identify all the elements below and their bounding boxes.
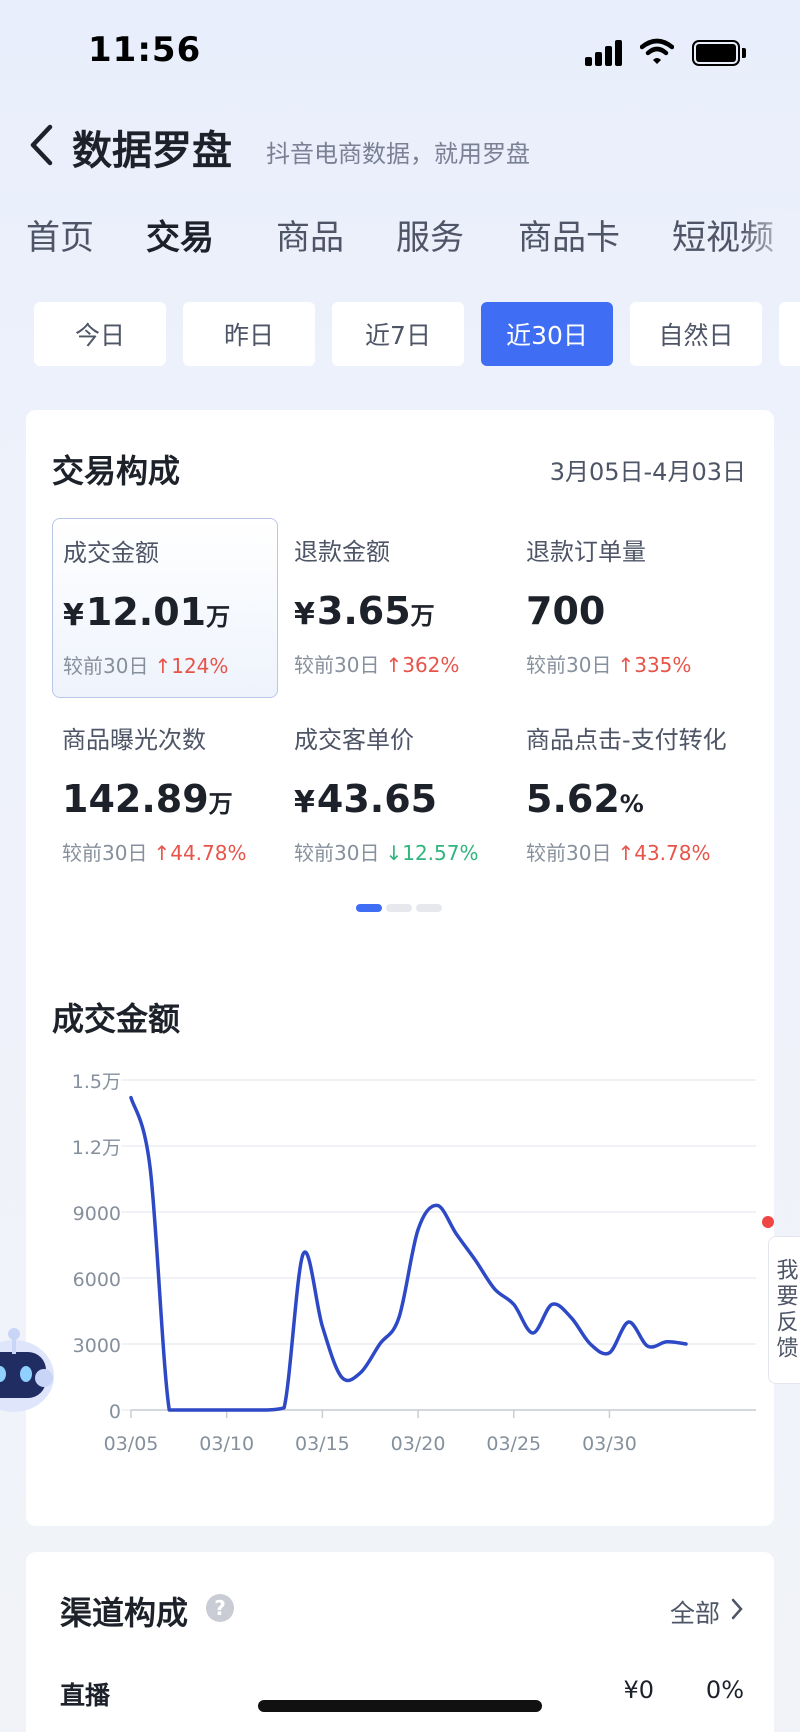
x-tick-label: 03/10: [199, 1433, 254, 1455]
metric-impressions[interactable]: 商品曝光次数 142.89万 较前30日 ↑44.78%: [52, 706, 278, 886]
pager-dot-active: [356, 904, 382, 912]
date-tab-7days[interactable]: 近7日: [332, 302, 464, 366]
metric-label: 商品点击-支付转化: [526, 726, 727, 754]
metric-value: 5.62%: [526, 777, 644, 821]
channel-row-percent: 0%: [705, 1676, 744, 1704]
metric-avg-order-value[interactable]: 成交客单价 ¥43.65 较前30日 ↓12.57%: [284, 706, 510, 886]
feedback-label: 我要反馈: [772, 1258, 798, 1362]
chevron-right-icon[interactable]: [730, 1596, 744, 1622]
x-tick-label: 03/15: [295, 1433, 350, 1455]
metric-compare: 较前30日 ↑362%: [294, 653, 460, 677]
metric-label: 成交客单价: [294, 726, 414, 754]
arrow-up-icon: ↑: [153, 841, 171, 865]
metric-value: ¥3.65万: [294, 589, 435, 633]
date-tab-natural-day[interactable]: 自然日: [630, 302, 762, 366]
metric-value: ¥12.01万: [63, 590, 231, 634]
date-tab-more[interactable]: [779, 302, 800, 366]
metric-compare: 较前30日 ↑43.78%: [526, 841, 711, 865]
question-icon[interactable]: ?: [206, 1594, 234, 1622]
y-tick-label: 9000: [73, 1203, 121, 1225]
composition-date-range: 3月05日-4月03日: [549, 458, 746, 486]
channel-title: 渠道构成: [60, 1594, 189, 1632]
arrow-up-icon: ↑: [385, 653, 403, 677]
metric-compare: 较前30日 ↓12.57%: [294, 841, 479, 865]
x-tick-label: 03/20: [391, 1433, 446, 1455]
metric-value: 700: [526, 589, 606, 633]
tab-trade[interactable]: 交易: [146, 210, 214, 259]
x-tick-label: 03/25: [486, 1433, 541, 1455]
tab-service[interactable]: 服务: [396, 210, 464, 259]
channel-filter[interactable]: 全部: [670, 1594, 720, 1630]
back-arrow-icon[interactable]: [26, 122, 56, 168]
gmv-line-chart[interactable]: 0 3000 6000 9000 1.2万 1.5万 03/05 03/10 03/15 03/2…: [26, 1050, 774, 1470]
metric-refund-orders[interactable]: 退款订单量 700 较前30日 ↑335%: [516, 518, 742, 698]
trade-composition-card: 交易构成 3月05日-4月03日 成交金额 ¥12.01万 较前30日 ↑124%…: [26, 410, 774, 1526]
main-tab-bar: 首页 交易 商品 服务 商品卡 短视频: [0, 210, 800, 266]
date-tab-yesterday[interactable]: 昨日: [183, 302, 315, 366]
metrics-pager[interactable]: [356, 904, 466, 914]
metric-gmv[interactable]: 成交金额 ¥12.01万 较前30日 ↑124%: [52, 518, 278, 698]
metric-label: 退款金额: [294, 538, 390, 566]
feedback-button[interactable]: 我要反馈: [768, 1236, 800, 1384]
app-header: 数据罗盘 抖音电商数据，就用罗盘: [0, 110, 800, 180]
app-subtitle: 抖音电商数据，就用罗盘: [266, 140, 530, 168]
app-title: 数据罗盘: [72, 128, 232, 174]
cellular-signal-icon: [585, 40, 625, 66]
channel-row-amount: ¥0: [623, 1676, 654, 1704]
arrow-down-icon: ↓: [385, 841, 403, 865]
y-tick-label: 3000: [73, 1335, 121, 1357]
y-tick-label: 6000: [73, 1269, 121, 1291]
arrow-up-icon: ↑: [154, 654, 172, 678]
tab-products[interactable]: 商品: [276, 210, 344, 259]
metric-compare: 较前30日 ↑124%: [63, 654, 229, 678]
x-tick-label: 03/30: [582, 1433, 637, 1455]
status-bar: 11:56: [0, 0, 800, 100]
composition-title: 交易构成: [52, 452, 181, 490]
chart-title: 成交金额: [52, 1000, 181, 1038]
arrow-up-icon: ↑: [617, 841, 635, 865]
y-tick-label: 1.5万: [72, 1071, 121, 1093]
metric-label: 成交金额: [63, 539, 159, 567]
tabs-fade-overlay: [740, 210, 800, 266]
metric-compare: 较前30日 ↑335%: [526, 653, 692, 677]
channel-row-label: 直播: [60, 1681, 111, 1710]
notification-dot: [762, 1216, 774, 1228]
date-tab-today[interactable]: 今日: [34, 302, 166, 366]
metric-value: 142.89万: [62, 777, 233, 821]
metric-label: 退款订单量: [526, 538, 646, 566]
date-range-tabs: 今日 昨日 近7日 近30日 自然日: [0, 302, 800, 366]
wifi-icon: [640, 38, 674, 64]
tab-home[interactable]: 首页: [26, 210, 94, 259]
metric-value: ¥43.65: [294, 777, 438, 821]
series-line: [129, 1095, 688, 1412]
metric-label: 商品曝光次数: [62, 726, 206, 754]
home-indicator: [258, 1700, 542, 1712]
pager-dot: [416, 904, 442, 912]
tab-product-card[interactable]: 商品卡: [518, 210, 620, 259]
pager-dot: [386, 904, 412, 912]
status-time: 11:56: [88, 30, 202, 70]
arrow-up-icon: ↑: [617, 653, 635, 677]
robot-assistant-icon[interactable]: [0, 1316, 66, 1436]
metric-click-pay-conversion[interactable]: 商品点击-支付转化 5.62% 较前30日 ↑43.78%: [516, 706, 766, 886]
battery-icon: [692, 40, 746, 66]
date-tab-30days[interactable]: 近30日: [481, 302, 613, 366]
y-tick-label: 1.2万: [72, 1137, 121, 1159]
metric-refund-amount[interactable]: 退款金额 ¥3.65万 较前30日 ↑362%: [284, 518, 510, 698]
x-tick-label: 03/05: [104, 1433, 159, 1455]
y-tick-label: 0: [109, 1401, 121, 1423]
metric-compare: 较前30日 ↑44.78%: [62, 841, 247, 865]
